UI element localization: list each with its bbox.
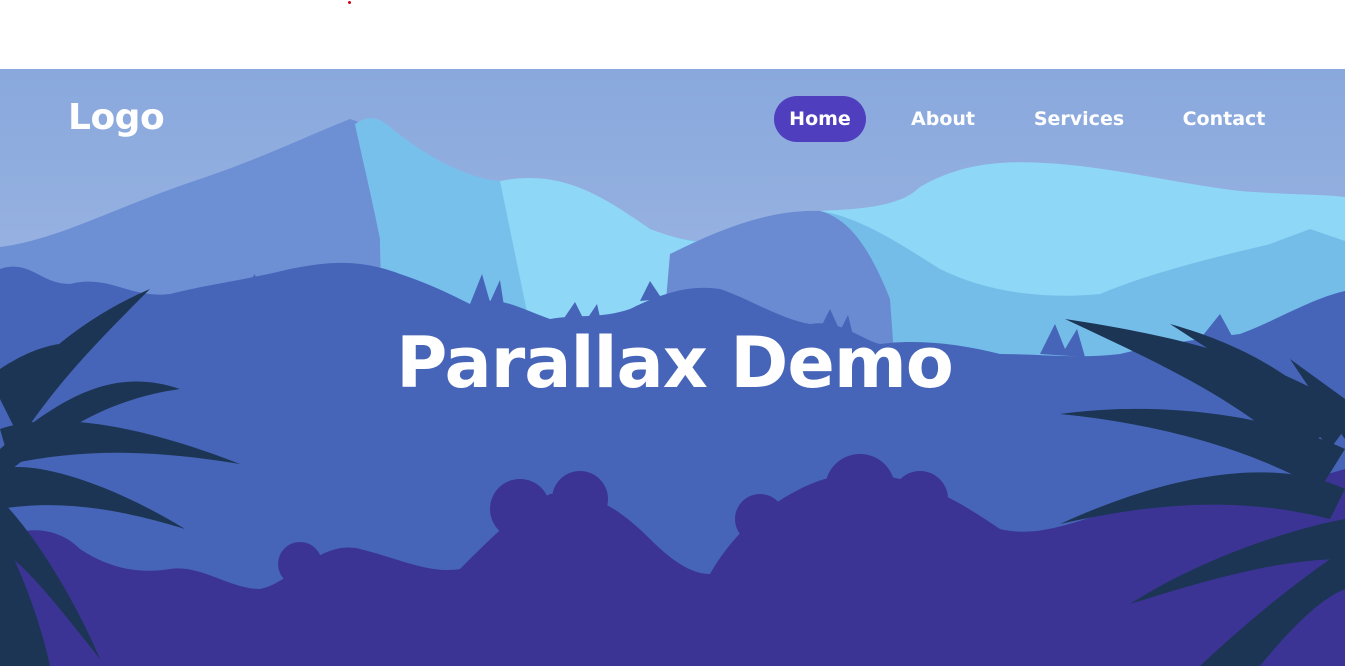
nav-item-home[interactable]: Home <box>774 96 866 142</box>
red-dot-marker <box>348 1 351 4</box>
top-white-strip <box>0 0 1345 69</box>
nav-item-services[interactable]: Services <box>1026 96 1132 142</box>
nav-item-about[interactable]: About <box>902 96 984 142</box>
nav-item-contact[interactable]: Contact <box>1172 96 1276 142</box>
hero-title: Parallax Demo <box>396 322 954 404</box>
hero-section: Logo Home About Services Contact Paralla… <box>0 69 1345 666</box>
main-nav: Home About Services Contact <box>0 96 1345 142</box>
